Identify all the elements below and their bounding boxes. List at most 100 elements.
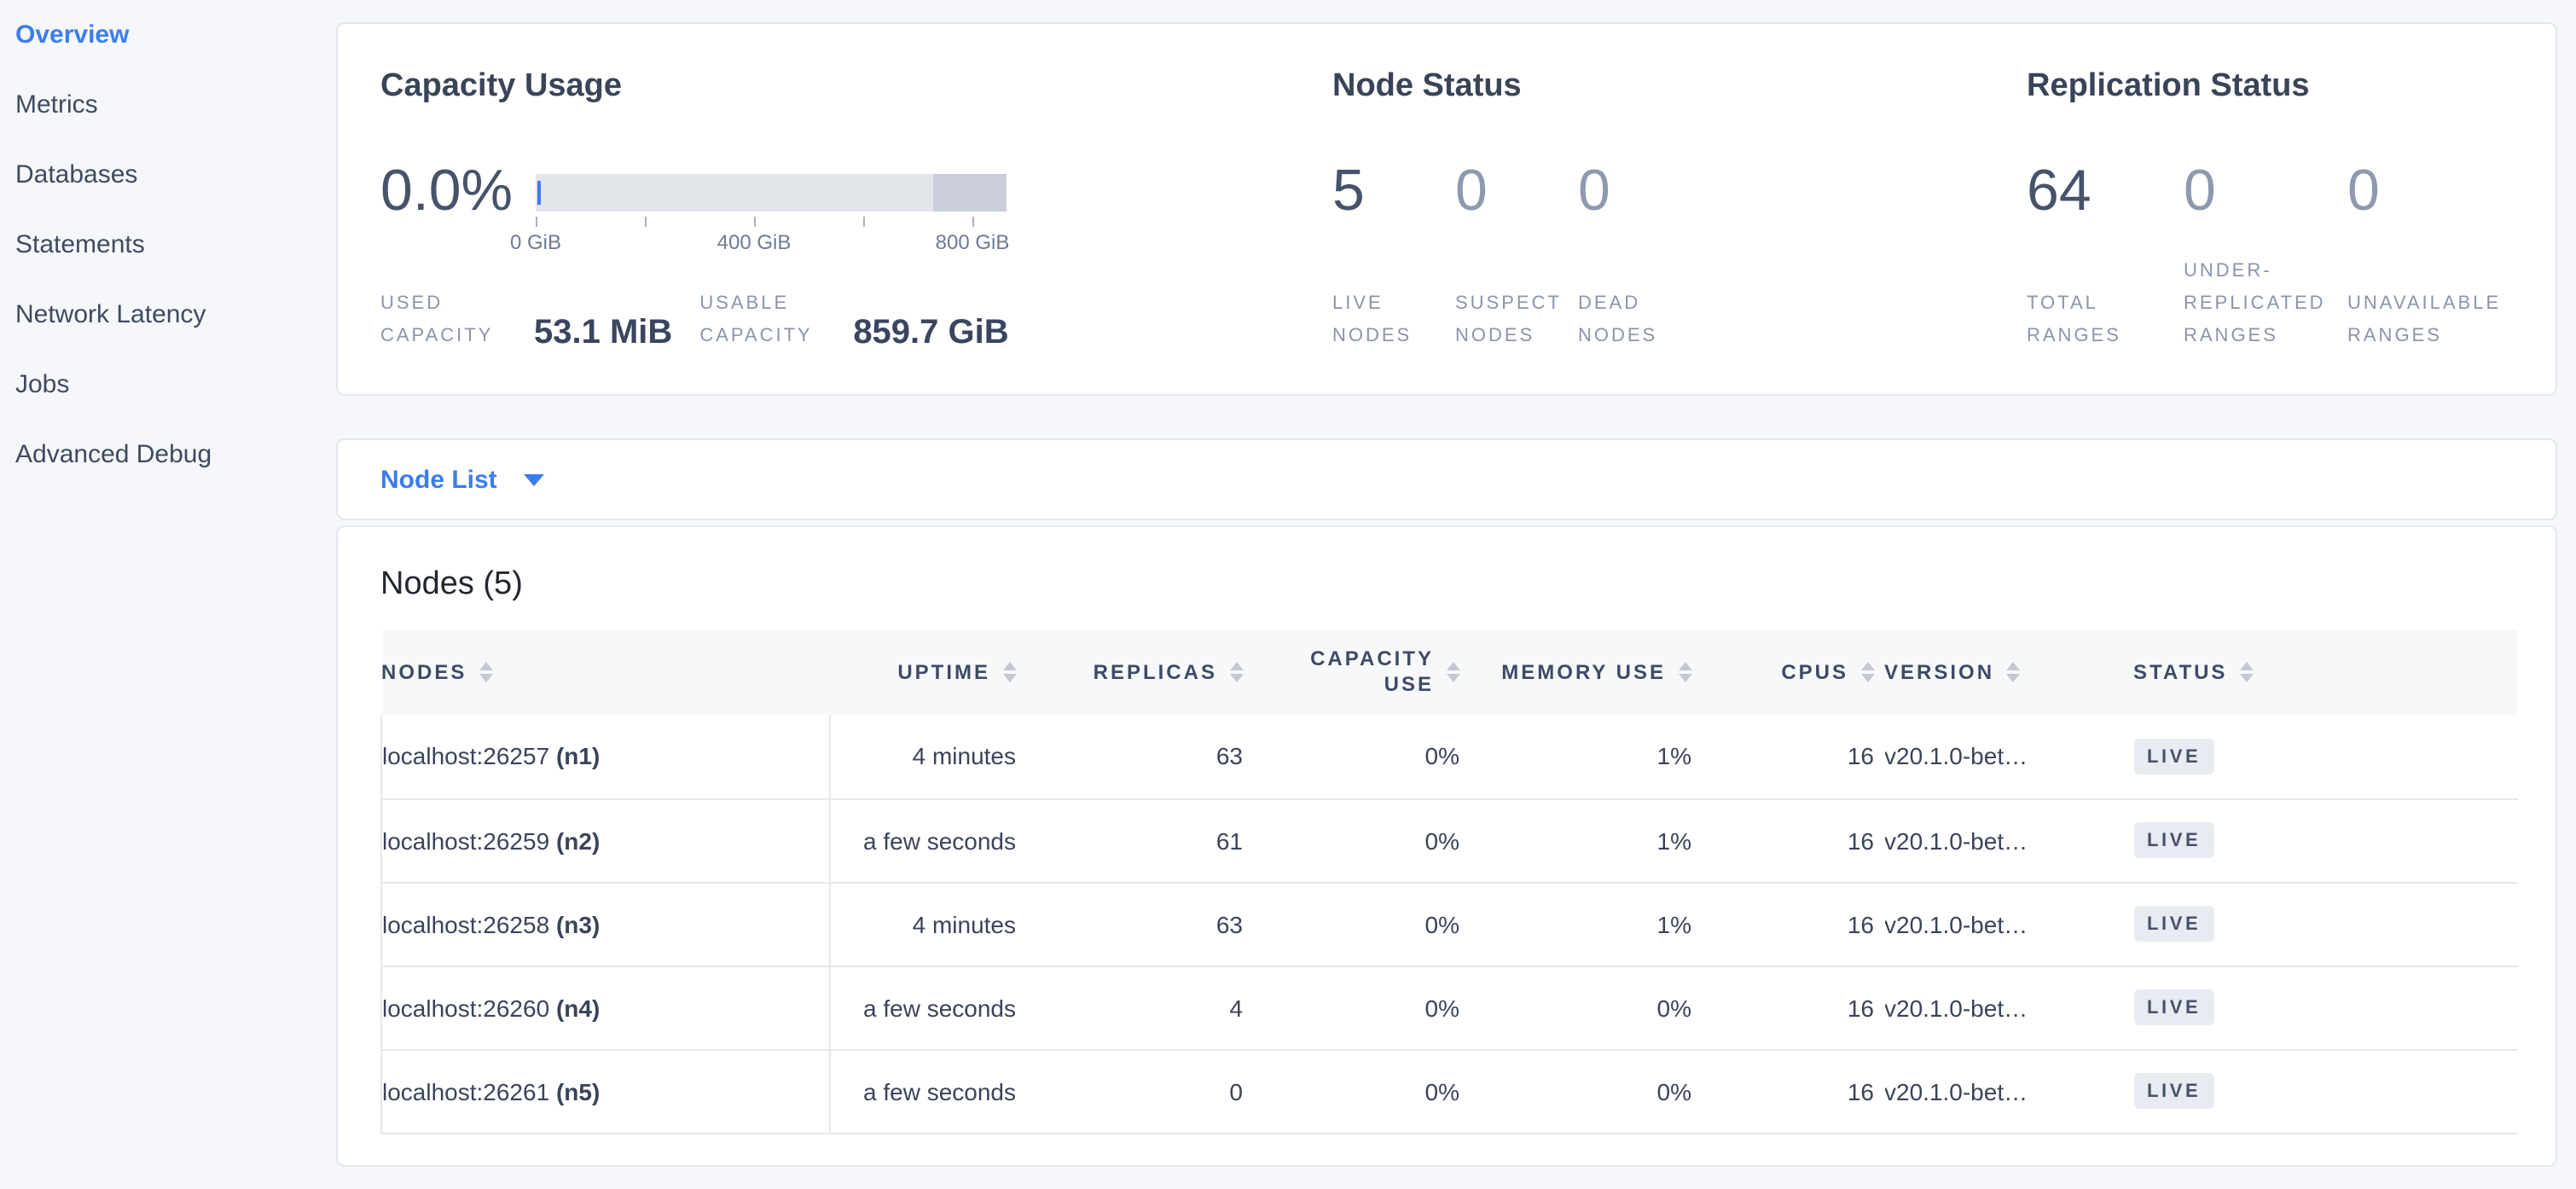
axis-label-400gib: 400 GiB bbox=[717, 230, 792, 254]
table-row: localhost:26260 (n4) a few seconds 4 0% … bbox=[381, 966, 2517, 1049]
replicas-cell: 61 bbox=[1026, 798, 1253, 882]
uptime-cell: a few seconds bbox=[830, 1049, 1026, 1133]
nodes-table-title: Nodes (5) bbox=[380, 565, 2513, 604]
sort-icon bbox=[2239, 662, 2253, 682]
column-header-nodes[interactable]: NODES bbox=[381, 629, 830, 715]
sidebar-item-metrics[interactable]: Metrics bbox=[15, 87, 334, 123]
status-cell: LIVE bbox=[2133, 1049, 2517, 1133]
replicas-cell: 63 bbox=[1026, 882, 1253, 966]
column-header-capacity-use[interactable]: CAPACITY USE bbox=[1253, 629, 1470, 715]
under-replicated-ranges-label: UNDER-REPLICATED RANGES bbox=[2184, 256, 2341, 353]
table-row: localhost:26259 (n2) a few seconds 61 0%… bbox=[381, 798, 2517, 882]
column-header-version[interactable]: VERSION bbox=[1884, 629, 2133, 715]
status-badge: LIVE bbox=[2133, 906, 2214, 942]
version-cell: v20.1.0-bet… bbox=[1884, 715, 2133, 798]
cpus-column-label: CPUS bbox=[1781, 660, 1848, 684]
capacity-bar-chart: 0 GiB 400 GiB 800 GiB bbox=[536, 174, 1007, 256]
memory-use-column-label: MEMORY USE bbox=[1501, 660, 1666, 684]
total-ranges-count: 64 bbox=[2027, 154, 2184, 229]
cpus-cell: 16 bbox=[1702, 1049, 1884, 1133]
table-row: localhost:26257 (n1) 4 minutes 63 0% 1% … bbox=[381, 715, 2517, 798]
chevron-down-icon bbox=[525, 473, 545, 485]
status-badge: LIVE bbox=[2133, 1073, 2214, 1109]
capacity-used-marker bbox=[537, 181, 541, 205]
replication-status-section: Replication Status 64 0 0 TOTAL RANGES U… bbox=[2027, 68, 2513, 353]
nodes-table: NODES UPTIME REPLICAS CAPACIT bbox=[380, 629, 2517, 1134]
node-address-cell: localhost:26260 (n4) bbox=[381, 966, 830, 1049]
nodes-table-card: Nodes (5) NODES UPTIME bbox=[336, 525, 2557, 1167]
status-cell: LIVE bbox=[2133, 715, 2517, 798]
column-header-uptime[interactable]: UPTIME bbox=[830, 629, 1026, 715]
cpus-cell: 16 bbox=[1702, 966, 1884, 1049]
version-cell: v20.1.0-bet… bbox=[1884, 966, 2133, 1049]
memory-use-cell: 0% bbox=[1470, 1049, 1702, 1133]
unavailable-ranges-label: UNAVAILABLE RANGES bbox=[2347, 288, 2525, 353]
capacity-bar-reserved-segment bbox=[933, 174, 1007, 212]
sidebar-item-statements[interactable]: Statements bbox=[15, 227, 334, 263]
replication-status-title: Replication Status bbox=[2027, 68, 2513, 106]
nodes-column-label: NODES bbox=[381, 660, 467, 684]
capacity-bar-usable-segment bbox=[536, 174, 933, 212]
node-address-cell: localhost:26258 (n3) bbox=[381, 882, 830, 966]
replicas-column-label: REPLICAS bbox=[1094, 660, 1217, 684]
sort-icon bbox=[1229, 662, 1243, 682]
sidebar-item-databases[interactable]: Databases bbox=[15, 157, 334, 193]
sort-icon bbox=[1678, 662, 1691, 682]
column-header-replicas[interactable]: REPLICAS bbox=[1026, 629, 1253, 715]
version-cell: v20.1.0-bet… bbox=[1884, 882, 2133, 966]
version-cell: v20.1.0-bet… bbox=[1884, 1049, 2133, 1133]
capacity-use-cell: 0% bbox=[1253, 1049, 1470, 1133]
status-badge: LIVE bbox=[2133, 822, 2214, 858]
memory-use-cell: 1% bbox=[1470, 882, 1702, 966]
tick-600gib bbox=[863, 217, 865, 227]
usable-capacity-value: 859.7 GiB bbox=[853, 314, 1008, 353]
column-header-cpus[interactable]: CPUS bbox=[1702, 629, 1884, 715]
sidebar: Overview Metrics Databases Statements Ne… bbox=[0, 0, 334, 1189]
used-capacity-label-wrap: USED CAPACITY bbox=[380, 288, 517, 353]
sidebar-item-jobs[interactable]: Jobs bbox=[15, 367, 334, 403]
sidebar-item-advanced-debug[interactable]: Advanced Debug bbox=[15, 437, 334, 473]
replicas-cell: 4 bbox=[1026, 966, 1253, 1049]
node-list-dropdown[interactable]: Node List bbox=[380, 465, 545, 494]
node-list-dropdown-label: Node List bbox=[380, 465, 497, 494]
memory-use-cell: 1% bbox=[1470, 715, 1702, 798]
memory-use-cell: 0% bbox=[1470, 966, 1702, 1049]
axis-label-800gib: 800 GiB bbox=[936, 230, 1010, 254]
cpus-cell: 16 bbox=[1702, 798, 1884, 882]
capacity-use-cell: 0% bbox=[1253, 882, 1470, 966]
column-header-status[interactable]: STATUS bbox=[2133, 629, 2517, 715]
status-column-label: STATUS bbox=[2133, 660, 2227, 684]
status-cell: LIVE bbox=[2133, 798, 2517, 882]
sort-icon bbox=[1446, 662, 1459, 682]
status-cell: LIVE bbox=[2133, 882, 2517, 966]
capacity-axis-labels: 0 GiB 400 GiB 800 GiB bbox=[536, 230, 1007, 256]
capacity-axis-ticks bbox=[536, 212, 1007, 227]
capacity-use-column-label: CAPACITY USE bbox=[1291, 647, 1434, 698]
node-address-cell: localhost:26261 (n5) bbox=[381, 1049, 830, 1133]
column-header-memory-use[interactable]: MEMORY USE bbox=[1470, 629, 1702, 715]
sort-icon bbox=[1860, 662, 1874, 682]
table-row: localhost:26261 (n5) a few seconds 0 0% … bbox=[381, 1049, 2517, 1133]
cluster-summary-card: Capacity Usage 0.0% bbox=[336, 22, 2557, 396]
sidebar-item-network-latency[interactable]: Network Latency bbox=[15, 297, 334, 333]
capacity-use-cell: 0% bbox=[1253, 798, 1470, 882]
sort-icon bbox=[2006, 662, 2020, 682]
capacity-use-cell: 0% bbox=[1253, 715, 1470, 798]
sidebar-item-overview[interactable]: Overview bbox=[15, 17, 334, 53]
version-column-label: VERSION bbox=[1884, 660, 1994, 684]
uptime-column-label: UPTIME bbox=[897, 660, 990, 684]
dead-nodes-count: 0 bbox=[1578, 154, 1610, 229]
replicas-cell: 0 bbox=[1026, 1049, 1253, 1133]
node-status-section: Node Status 5 0 0 LIVE NODES SUSPECT NOD… bbox=[1332, 68, 2027, 353]
sort-icon bbox=[1002, 662, 1016, 682]
suspect-nodes-count: 0 bbox=[1455, 154, 1578, 229]
capacity-usage-section: Capacity Usage 0.0% bbox=[380, 68, 1332, 353]
tick-400gib bbox=[754, 217, 756, 227]
replicas-cell: 63 bbox=[1026, 715, 1253, 798]
usable-capacity-label-wrap: USABLE CAPACITY bbox=[699, 288, 836, 353]
cpus-cell: 16 bbox=[1702, 882, 1884, 966]
uptime-cell: 4 minutes bbox=[830, 715, 1026, 798]
memory-use-cell: 1% bbox=[1470, 798, 1702, 882]
node-address-cell: localhost:26257 (n1) bbox=[381, 715, 830, 798]
cpus-cell: 16 bbox=[1702, 715, 1884, 798]
